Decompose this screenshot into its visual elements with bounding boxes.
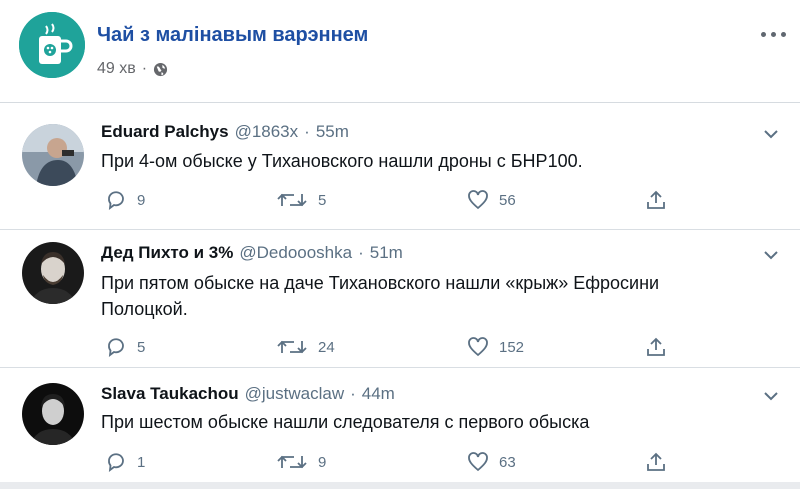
tweet-dot: · xyxy=(350,384,356,403)
mug-icon xyxy=(19,12,85,78)
chevron-down-icon[interactable] xyxy=(761,127,781,141)
user-photo xyxy=(22,383,84,445)
avatar[interactable] xyxy=(22,242,84,304)
share-button[interactable] xyxy=(645,451,667,473)
reply-count: 9 xyxy=(137,191,146,209)
reply-icon xyxy=(108,453,124,472)
like-button[interactable]: 56 xyxy=(467,189,516,211)
retweet-button[interactable]: 24 xyxy=(276,336,335,358)
chevron-down-icon[interactable] xyxy=(761,248,781,262)
bottom-border xyxy=(0,482,800,489)
retweet-button[interactable]: 9 xyxy=(276,451,326,473)
like-count: 152 xyxy=(499,338,525,356)
tweet-author-handle[interactable]: @1863x xyxy=(235,122,299,142)
retweet-count: 24 xyxy=(318,338,335,356)
reply-count: 5 xyxy=(137,338,146,356)
tweet-header: Slava Taukachou @justwaclaw · 44m xyxy=(101,384,395,404)
tweet-author-handle[interactable]: @Dedoooshka xyxy=(239,243,352,263)
tweet-dot: · xyxy=(304,122,310,141)
share-button[interactable] xyxy=(645,189,667,211)
retweet-icon xyxy=(277,340,307,354)
user-photo xyxy=(22,242,84,304)
page-avatar[interactable] xyxy=(19,12,85,78)
retweet-count: 5 xyxy=(318,191,327,209)
reply-icon xyxy=(108,338,124,357)
user-photo xyxy=(22,124,84,186)
reply-button[interactable]: 5 xyxy=(105,336,145,358)
tweet-time[interactable]: 44m xyxy=(362,384,395,404)
reply-button[interactable]: 9 xyxy=(105,189,145,211)
like-button[interactable]: 63 xyxy=(467,451,516,473)
globe-icon[interactable] xyxy=(153,62,168,77)
share-button[interactable] xyxy=(645,336,667,358)
retweet-count: 9 xyxy=(318,453,327,471)
heart-icon xyxy=(468,190,488,210)
retweet-icon xyxy=(277,455,307,469)
retweet-icon xyxy=(277,193,307,207)
share-icon xyxy=(647,452,665,471)
tweet-text: При шестом обыске нашли следователя с пе… xyxy=(101,412,590,432)
like-count: 63 xyxy=(499,453,516,471)
tweet-header: Eduard Palchys @1863x · 55m xyxy=(101,122,349,142)
more-options-icon[interactable] xyxy=(757,28,789,40)
tweet-author-name[interactable]: Slava Taukachou xyxy=(101,384,239,404)
like-count: 56 xyxy=(499,191,516,209)
tweet-time[interactable]: 51m xyxy=(370,243,403,263)
tweet-header: Дед Пихто и 3% @Dedoooshka · 51m xyxy=(101,243,403,263)
avatar[interactable] xyxy=(22,124,84,186)
share-icon xyxy=(647,337,665,356)
heart-icon xyxy=(468,452,488,472)
reply-count: 1 xyxy=(137,453,146,471)
meta-separator: · xyxy=(141,60,148,77)
share-icon xyxy=(647,190,665,209)
reply-icon xyxy=(108,191,124,210)
tweet-text: При 4-ом обыске у Тихановского нашли дро… xyxy=(101,151,583,171)
tweet-text: При пятом обыске на даче Тихановского на… xyxy=(101,273,660,319)
post-time[interactable]: 49 хв xyxy=(97,60,136,78)
chevron-down-icon[interactable] xyxy=(761,389,781,403)
tweet-dot: · xyxy=(358,243,364,262)
avatar[interactable] xyxy=(22,383,84,445)
tweet-time[interactable]: 55m xyxy=(316,122,349,142)
tweet-author-name[interactable]: Eduard Palchys xyxy=(101,122,229,142)
tweet-author-name[interactable]: Дед Пихто и 3% xyxy=(101,243,233,263)
tweet-3: Slava Taukachou @justwaclaw · 44m При ше… xyxy=(0,368,800,482)
tweet-author-handle[interactable]: @justwaclaw xyxy=(245,384,344,404)
like-button[interactable]: 152 xyxy=(467,336,524,358)
post-meta: 49 хв · xyxy=(97,59,168,79)
retweet-button[interactable]: 5 xyxy=(276,189,326,211)
heart-icon xyxy=(468,337,488,357)
reply-button[interactable]: 1 xyxy=(105,451,145,473)
tweet-1: Eduard Palchys @1863x · 55m При 4-ом обы… xyxy=(0,103,800,229)
post-header: Чай з малінавым варэннем 49 хв · xyxy=(0,0,800,100)
tweet-2: Дед Пихто и 3% @Dedoooshka · 51m При пят… xyxy=(0,230,800,367)
page-name[interactable]: Чай з малінавым варэннем xyxy=(97,24,368,47)
